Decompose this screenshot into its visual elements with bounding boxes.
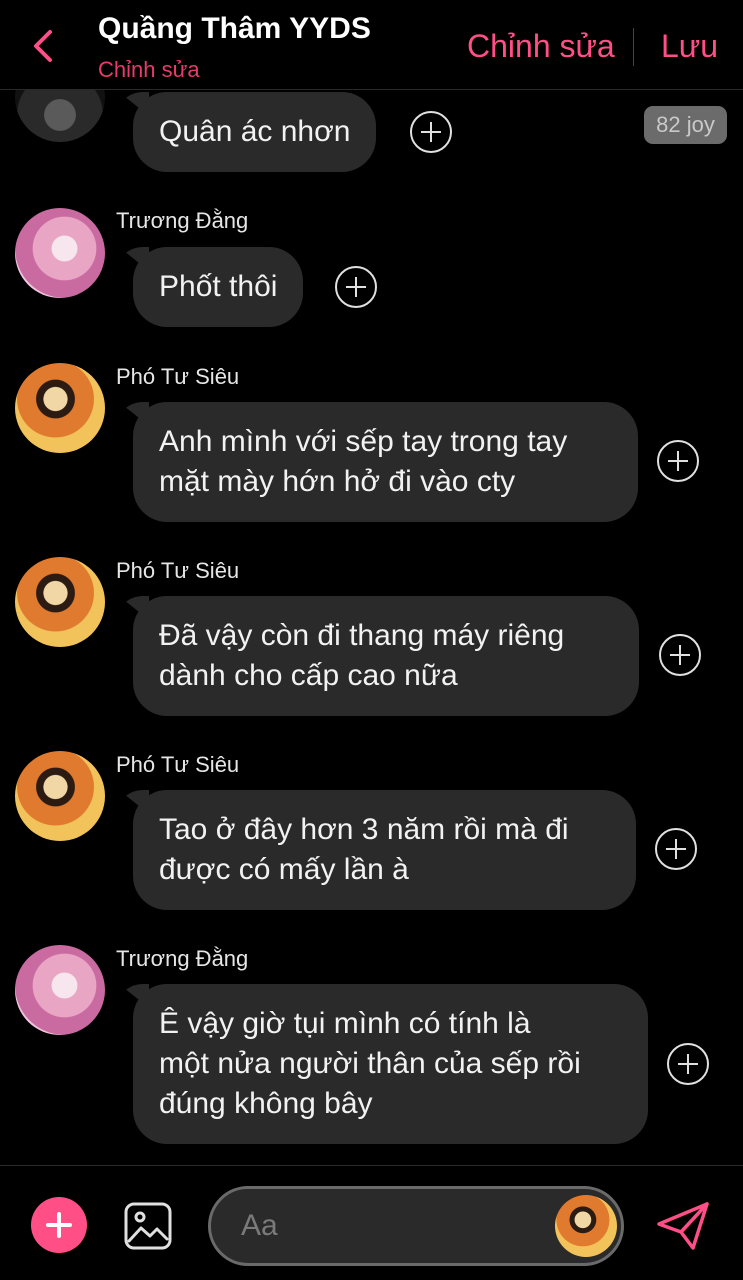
add-reaction-icon[interactable] — [655, 828, 697, 870]
composer-bar — [0, 1165, 743, 1280]
avatar[interactable] — [15, 557, 105, 647]
message-bubble[interactable]: Phốt thôi — [133, 247, 304, 327]
add-reaction-icon[interactable] — [659, 634, 701, 676]
add-reaction-icon[interactable] — [410, 111, 452, 153]
chat-header: Quầng Thâm YYDS Chỉnh sửa Chỉnh sửa Lưu — [0, 0, 743, 90]
avatar[interactable] — [15, 363, 105, 453]
message-bubble[interactable]: Quân ác nhơn — [133, 92, 377, 172]
joy-badge: 82 joy — [644, 106, 727, 144]
sender-name: Trương Đằng — [116, 946, 249, 971]
image-gallery-icon[interactable] — [123, 1201, 173, 1251]
message-bubble[interactable]: Ê vậy giờ tụi mình có tính là một nửa ng… — [133, 984, 648, 1144]
edit-button[interactable]: Chỉnh sửa — [467, 28, 615, 65]
avatar[interactable] — [15, 208, 105, 298]
sender-name: Phó Tư Siêu — [116, 752, 240, 777]
add-plus-button[interactable] — [31, 1197, 87, 1253]
add-reaction-icon[interactable] — [667, 1043, 709, 1085]
send-icon[interactable] — [653, 1196, 713, 1256]
message-bubble[interactable]: Anh mình với sếp tay trong tay mặt mày h… — [133, 402, 638, 522]
sender-name: Phó Tư Siêu — [116, 364, 240, 389]
chat-title: Quầng Thâm YYDS — [98, 12, 371, 45]
message-input-wrapper — [208, 1186, 624, 1266]
header-divider — [633, 28, 634, 66]
sender-name: Trương Đằng — [116, 208, 249, 233]
sender-name: Phó Tư Siêu — [116, 558, 240, 583]
chat-subtitle[interactable]: Chỉnh sửa — [98, 57, 200, 83]
save-button[interactable]: Lưu — [661, 28, 718, 65]
avatar[interactable] — [15, 751, 105, 841]
message-bubble[interactable]: Đã vậy còn đi thang máy riêng dành cho c… — [133, 596, 639, 716]
add-reaction-icon[interactable] — [335, 266, 377, 308]
add-reaction-icon[interactable] — [657, 440, 699, 482]
message-bubble[interactable]: Tao ở đây hơn 3 năm rồi mà đi được có mấ… — [133, 790, 636, 910]
back-chevron-icon[interactable] — [30, 28, 58, 64]
avatar[interactable] — [15, 945, 105, 1035]
persona-avatar[interactable] — [555, 1195, 617, 1257]
message-input[interactable] — [241, 1189, 541, 1263]
avatar[interactable] — [15, 90, 105, 142]
message-list[interactable]: Quân ác nhơn 82 joy Trương Đằng Phốt thô… — [0, 90, 743, 1165]
